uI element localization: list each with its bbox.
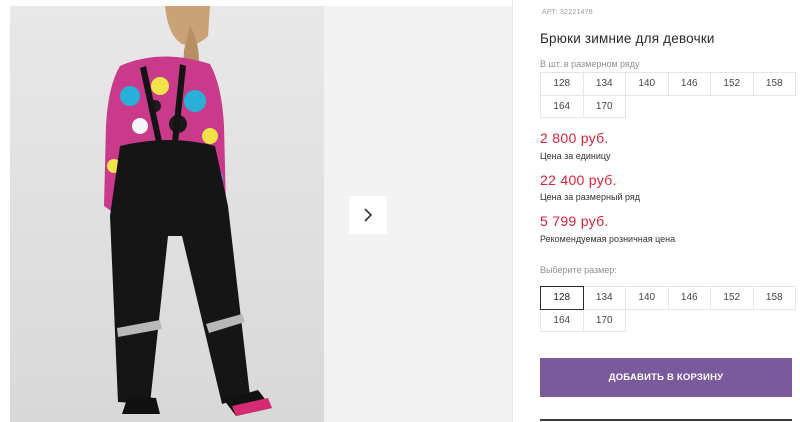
row-size-cell: 152 <box>710 72 754 96</box>
article-number: АРТ: 32221478 <box>540 9 593 16</box>
row-price-caption: Цена за размерный ряд <box>540 192 641 202</box>
size-option[interactable]: 140 <box>625 286 669 310</box>
row-price: 22 400 руб. <box>540 172 617 188</box>
article-label: АРТ: <box>542 9 559 16</box>
size-selector: 128 134 140 146 152 158 164 170 <box>540 286 796 332</box>
row-sizes-grid: 128 134 140 146 152 158 164 170 <box>540 72 796 118</box>
size-option[interactable]: 152 <box>710 286 754 310</box>
product-photo[interactable] <box>10 6 324 422</box>
article-value: 32221478 <box>560 9 593 16</box>
product-gallery <box>0 0 512 422</box>
girl-in-snow-pants-illustration <box>10 6 324 422</box>
size-option[interactable]: 164 <box>540 308 584 332</box>
size-option-selected[interactable]: 128 <box>540 286 584 310</box>
size-select-label: Выберите размер: <box>540 265 617 275</box>
row-size-cell: 164 <box>540 94 584 118</box>
row-size-cell: 140 <box>625 72 669 96</box>
divider <box>540 419 792 421</box>
row-size-cell: 134 <box>582 72 626 96</box>
add-to-cart-button[interactable]: ДОБАВИТЬ В КОРЗИНУ <box>540 358 792 397</box>
product-info: АРТ: 32221478 Брюки зимние для девочки В … <box>540 0 800 422</box>
row-size-cell: 128 <box>540 72 584 96</box>
product-page: АРТ: 32221478 Брюки зимние для девочки В … <box>0 0 800 422</box>
unit-price-caption: Цена за единицу <box>540 151 611 161</box>
row-size-cell: 146 <box>667 72 711 96</box>
product-title: Брюки зимние для девочки <box>540 31 715 46</box>
next-photo-button[interactable] <box>349 196 387 234</box>
row-size-cell: 158 <box>752 72 796 96</box>
row-size-cell: 170 <box>582 94 626 118</box>
retail-price: 5 799 руб. <box>540 213 609 229</box>
row-sizes-label: В шт. в размерном ряду <box>540 59 640 69</box>
chevron-right-icon <box>364 208 373 222</box>
size-option[interactable]: 170 <box>582 308 626 332</box>
retail-price-caption: Рекомендуемая розничная цена <box>540 234 676 244</box>
size-option[interactable]: 146 <box>667 286 711 310</box>
size-option[interactable]: 134 <box>582 286 626 310</box>
size-option[interactable]: 158 <box>752 286 796 310</box>
divider <box>512 0 513 422</box>
unit-price: 2 800 руб. <box>540 130 609 146</box>
